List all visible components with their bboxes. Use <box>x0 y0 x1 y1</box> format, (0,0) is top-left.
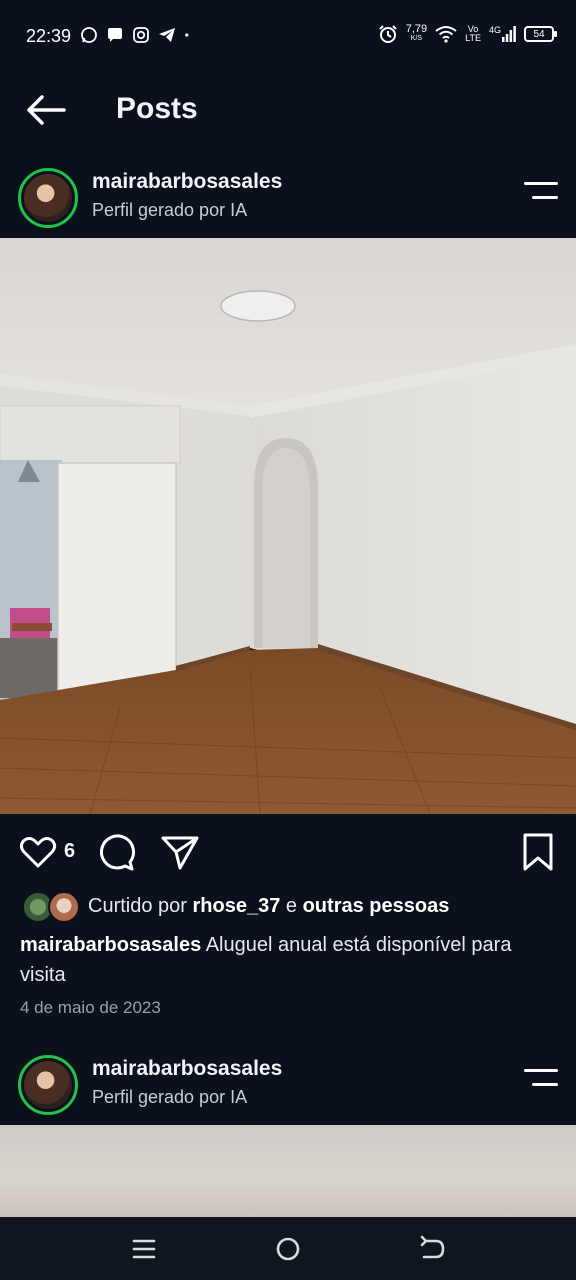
post-username[interactable]: mairabarbosasales <box>92 170 282 194</box>
volte-bottom: LTE <box>465 33 481 43</box>
battery-level: 54 <box>533 28 545 40</box>
comment-icon[interactable] <box>97 832 137 872</box>
liked-by-others[interactable]: outras pessoas <box>303 895 450 917</box>
more-options-icon[interactable] <box>522 1067 558 1093</box>
liked-by-row[interactable]: Curtido por rhose_37 e outras pessoas <box>22 890 449 923</box>
post-subtitle[interactable]: Perfil gerado por IA <box>92 1087 247 1108</box>
caption-username[interactable]: mairabarbosasales <box>20 934 201 956</box>
liked-by-avatars <box>22 890 80 923</box>
page-title: Posts <box>116 92 198 125</box>
post-header: mairabarbosasales Perfil gerado por IA <box>0 1047 576 1127</box>
recents-icon[interactable] <box>128 1233 160 1265</box>
post-subtitle[interactable]: Perfil gerado por IA <box>92 200 247 221</box>
status-right: 7,79 K/S Vo LTE 4G 54 <box>378 23 557 44</box>
signal-icon <box>502 26 516 42</box>
post-caption: mairabarbosasales Aluguel anual está dis… <box>20 930 560 990</box>
notification-icons <box>80 26 194 44</box>
alarm-icon <box>379 25 397 43</box>
wifi-icon <box>435 26 457 43</box>
room-photo <box>0 238 576 814</box>
avatar-photo <box>24 1061 72 1109</box>
status-time: 22:39 <box>26 26 72 46</box>
whatsapp-icon <box>81 27 97 43</box>
battery-icon: 54 <box>524 26 557 42</box>
post-image[interactable] <box>0 238 576 814</box>
post-image[interactable] <box>0 1125 576 1217</box>
volte-indicator: Vo LTE <box>465 25 481 43</box>
avatar[interactable] <box>18 168 78 228</box>
liked-by-text: Curtido por rhose_37 e outras pessoas <box>88 895 449 918</box>
liked-by-user[interactable]: rhose_37 <box>193 895 281 917</box>
liked-by-prefix: Curtido por <box>88 894 187 917</box>
top-app-bar: Posts <box>0 78 576 142</box>
chat-icon <box>108 28 122 42</box>
dot-icon <box>185 33 189 37</box>
net-speed: 7,79 K/S <box>405 23 428 43</box>
bookmark-icon[interactable] <box>518 832 558 872</box>
post-header: mairabarbosasales Perfil gerado por IA <box>0 160 576 240</box>
post-date: 4 de maio de 2023 <box>20 998 161 1017</box>
heart-icon[interactable] <box>18 832 58 872</box>
net-speed-unit: K/S <box>410 35 423 42</box>
liker-avatar <box>48 891 80 923</box>
post-username[interactable]: mairabarbosasales <box>92 1057 282 1081</box>
more-options-icon[interactable] <box>522 180 558 206</box>
home-icon[interactable] <box>272 1233 304 1265</box>
back-arrow-icon[interactable] <box>24 92 68 128</box>
avatar[interactable] <box>18 1055 78 1115</box>
like-count[interactable]: 6 <box>64 840 75 863</box>
post-actions: 6 <box>0 826 576 878</box>
telegram-icon <box>159 28 175 42</box>
avatar-photo <box>24 174 72 222</box>
system-nav-bar <box>0 1217 576 1280</box>
screen: 22:39 7,79 K/S Vo LTE 4G 54 Posts mairab… <box>0 0 576 1280</box>
back-nav-icon[interactable] <box>416 1233 448 1265</box>
instagram-icon <box>133 27 149 43</box>
signal-indicator: 4G <box>489 26 516 42</box>
share-icon[interactable] <box>160 832 200 872</box>
status-bar: 22:39 7,79 K/S Vo LTE 4G 54 <box>0 0 576 72</box>
net-speed-value: 7,79 <box>405 23 428 35</box>
liked-by-conjunction: e <box>285 894 298 917</box>
network-type: 4G <box>488 25 501 35</box>
